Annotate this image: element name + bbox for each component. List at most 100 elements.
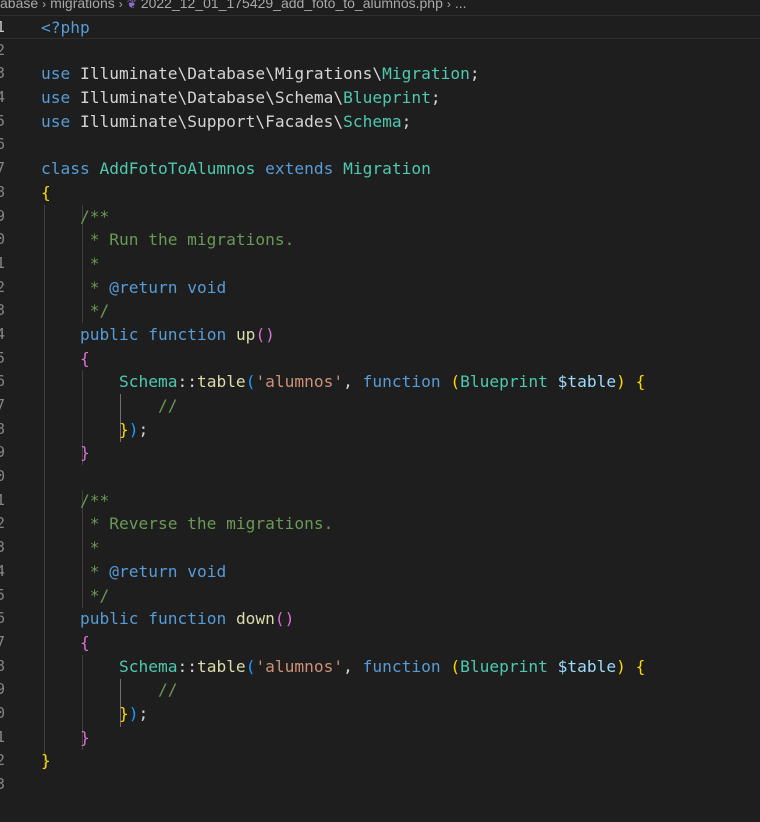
code-line[interactable]: 7 // — [0, 394, 760, 418]
function-name: down — [235, 609, 275, 629]
code-line[interactable]: 6 Schema::table('alumnos', function (Blu… — [0, 370, 760, 394]
line-number: 9 — [0, 206, 6, 225]
keyword: function — [148, 324, 227, 344]
code-line[interactable]: 4 public function up() — [0, 323, 760, 347]
line-number: 1 — [0, 727, 6, 746]
variable: $table — [557, 656, 617, 676]
code-line[interactable]: 7 { — [0, 631, 760, 655]
doc-tag: @return — [109, 561, 178, 581]
doc-comment: * — [79, 561, 110, 581]
code-line[interactable]: 4 use Illuminate\Database\Schema\Blueprin… — [0, 86, 760, 110]
namespace: Illuminate\Database\Migrations\ — [80, 64, 383, 84]
code-line[interactable]: 0 — [0, 465, 760, 489]
class-name: Migration — [382, 64, 470, 84]
method-name: table — [196, 656, 246, 676]
code-line[interactable]: 9 /** — [0, 205, 760, 229]
code-line[interactable]: 0 }); — [0, 702, 760, 726]
keyword: use — [41, 111, 71, 131]
code-line[interactable]: 6 public function down() — [0, 607, 760, 631]
breadcrumb-migrations[interactable]: migrations — [50, 0, 115, 11]
class-name: Blueprint — [460, 656, 548, 676]
doc-tag: @return — [109, 277, 178, 297]
line-number: 5 — [0, 348, 6, 367]
doc-comment: * — [79, 538, 100, 558]
line-number: 1 — [0, 18, 6, 36]
code-line[interactable]: 3 — [0, 773, 760, 797]
breadcrumb-database[interactable]: abase — [0, 0, 38, 11]
line-number: 0 — [0, 703, 6, 722]
keyword: use — [41, 88, 71, 108]
php-file-icon: ❦ — [126, 0, 137, 11]
code-line[interactable]: 1 } — [0, 726, 760, 750]
keyword: use — [41, 64, 71, 84]
comment: // — [157, 396, 178, 415]
doc-type: void — [187, 561, 227, 581]
breadcrumb: abase › migrations › ❦ 2022_12_01_175429_add_… — [0, 0, 760, 11]
line-number: 0 — [0, 467, 6, 486]
breadcrumb-more[interactable]: ... — [455, 0, 467, 11]
code-editor[interactable]: 1 <?php 2 3 use Illuminate\Database\Migrat… — [0, 15, 760, 797]
breadcrumb-file[interactable]: 2022_12_01_175429_add_foto_to_alumnos.ph… — [141, 0, 443, 11]
code-line[interactable]: 2 — [0, 39, 760, 63]
chevron-right-icon: › — [42, 0, 47, 11]
class-name: AddFotoToAlumnos — [99, 159, 256, 179]
keyword: extends — [265, 159, 334, 179]
doc-comment: /** — [79, 490, 110, 510]
line-number: 8 — [0, 182, 6, 201]
line-number: 0 — [0, 230, 6, 249]
keyword: function — [362, 372, 441, 392]
line-number: 6 — [0, 609, 6, 628]
line-number: 3 — [0, 538, 6, 557]
keyword: function — [362, 656, 441, 676]
php-open-tag: <?php — [41, 18, 90, 37]
code-line[interactable]: 3 */ — [0, 299, 760, 323]
class-name: Blueprint — [460, 372, 548, 392]
code-line[interactable]: 1 * — [0, 252, 760, 276]
comment: // — [157, 680, 178, 700]
doc-comment: * — [79, 277, 110, 297]
code-line[interactable]: 0 * Run the migrations. — [0, 228, 760, 252]
line-number: 6 — [0, 135, 6, 154]
code-line[interactable]: 6 — [0, 133, 760, 157]
code-line[interactable]: 2} — [0, 749, 760, 773]
code-line[interactable]: 9 } — [0, 441, 760, 465]
doc-comment: * Reverse the migrations. — [79, 514, 334, 534]
class-name: Migration — [343, 159, 431, 179]
namespace: Illuminate\Database\Schema\ — [80, 88, 344, 108]
method-name: table — [196, 372, 246, 392]
class-name: Schema — [118, 656, 178, 676]
line-number: 2 — [0, 40, 6, 59]
code-line[interactable]: 8 Schema::table('alumnos', function (Blu… — [0, 655, 760, 679]
code-line[interactable]: 8 }); — [0, 418, 760, 442]
line-number: 7 — [0, 159, 6, 178]
doc-comment: */ — [79, 585, 110, 605]
code-line[interactable]: 4 * @return void — [0, 560, 760, 584]
code-line[interactable]: 5 use Illuminate\Support\Facades\Schema; — [0, 110, 760, 134]
code-line[interactable]: 7 class AddFotoToAlumnos extends Migratio… — [0, 157, 760, 181]
code-line[interactable]: 9 // — [0, 678, 760, 702]
line-number: 3 — [0, 301, 6, 320]
line-number: 4 — [0, 88, 6, 107]
line-number: 4 — [0, 324, 6, 343]
code-line[interactable]: 2 * Reverse the migrations. — [0, 512, 760, 536]
string-literal: 'alumnos' — [255, 372, 344, 392]
keyword: class — [41, 159, 90, 179]
code-line[interactable]: 1 <?php — [0, 15, 760, 39]
line-number: 2 — [0, 751, 6, 770]
namespace: Illuminate\Support\Facades\ — [80, 111, 344, 131]
line-number: 4 — [0, 561, 6, 580]
line-number: 9 — [0, 680, 6, 699]
line-number: 2 — [0, 514, 6, 533]
code-line[interactable]: 1 /** — [0, 489, 760, 513]
code-line[interactable]: 2 * @return void — [0, 276, 760, 300]
line-number: 5 — [0, 111, 6, 130]
code-line[interactable]: 5 */ — [0, 584, 760, 608]
code-line[interactable]: 3 use Illuminate\Database\Migrations\Migr… — [0, 62, 760, 86]
code-line[interactable]: 5 { — [0, 347, 760, 371]
line-number: 6 — [0, 372, 6, 391]
code-line[interactable]: 8{ — [0, 181, 760, 205]
doc-comment: */ — [79, 301, 110, 321]
chevron-right-icon: › — [446, 0, 451, 11]
line-number: 3 — [0, 775, 6, 793]
code-line[interactable]: 3 * — [0, 536, 760, 560]
